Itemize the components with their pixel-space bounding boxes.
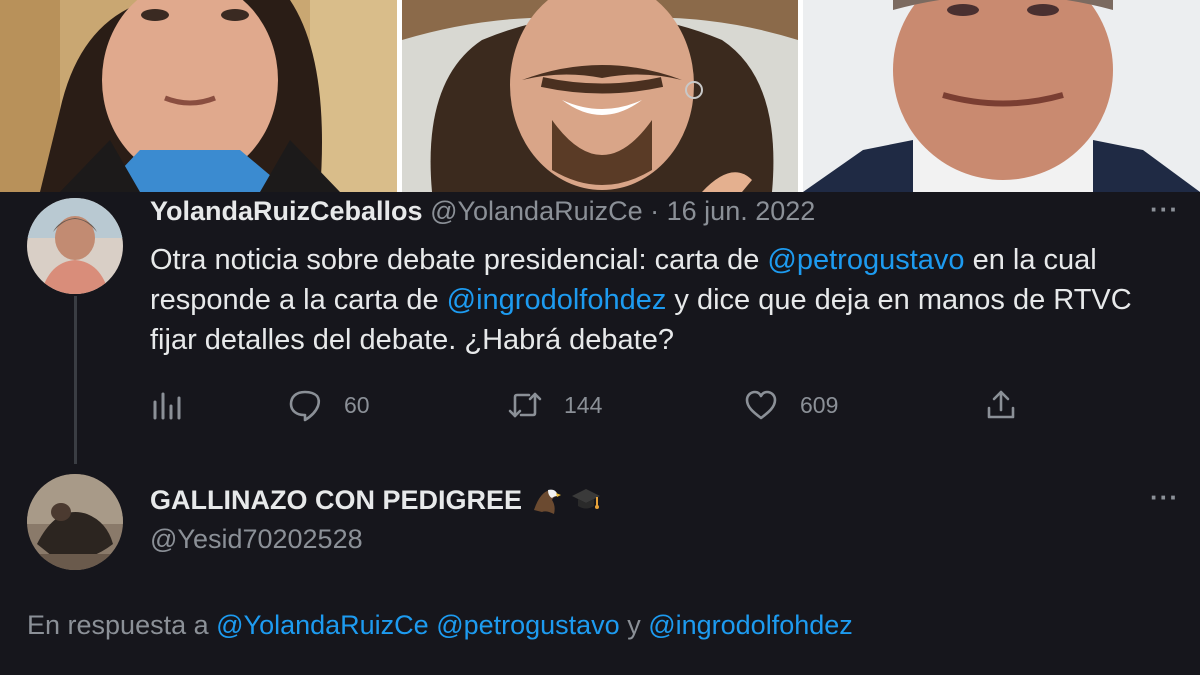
photo-left bbox=[0, 0, 397, 192]
like-count: 609 bbox=[800, 391, 839, 418]
replying-to-mention[interactable]: @ingrodolfohdez bbox=[648, 610, 853, 640]
mention-link[interactable]: @ingrodolfohdez bbox=[447, 284, 667, 316]
retweet-button[interactable]: 144 bbox=[508, 388, 602, 422]
photo-strip bbox=[0, 0, 1200, 192]
tweet-actions: 60 144 609 bbox=[150, 388, 1050, 424]
retweet-icon bbox=[508, 392, 542, 418]
share-button[interactable] bbox=[984, 388, 1018, 422]
more-horizontal-icon[interactable]: ··· bbox=[1150, 196, 1179, 222]
heart-icon bbox=[745, 390, 777, 420]
author-avatar[interactable] bbox=[27, 198, 123, 294]
tweet-text: Otra noticia sobre debate presidencial: … bbox=[150, 240, 1170, 360]
reply-button[interactable]: 60 bbox=[288, 388, 370, 422]
eagle-emoji bbox=[530, 484, 562, 516]
replying-to-prefix: En respuesta a bbox=[27, 610, 217, 640]
replying-to-joiner: y bbox=[619, 610, 649, 640]
header-separator: · bbox=[650, 196, 660, 226]
retweet-count: 144 bbox=[564, 391, 603, 418]
analytics-icon bbox=[153, 392, 181, 420]
reply-icon bbox=[289, 390, 321, 422]
graduation-cap-emoji bbox=[570, 484, 602, 516]
like-button[interactable]: 609 bbox=[744, 388, 838, 422]
share-icon bbox=[987, 390, 1015, 419]
thread-connector-line bbox=[74, 296, 77, 464]
tweet-header: YolandaRuizCeballos @YolandaRuizCe · 16 … bbox=[150, 196, 815, 227]
tweet-text-part: Otra noticia sobre debate presidencial: … bbox=[150, 244, 768, 276]
reply-display-name[interactable]: GALLINAZO CON PEDIGREE bbox=[150, 485, 522, 516]
replying-to-mention[interactable]: @YolandaRuizCe bbox=[216, 610, 429, 640]
author-handle[interactable]: @YolandaRuizCe bbox=[430, 196, 643, 226]
reply-author-avatar[interactable] bbox=[27, 474, 123, 570]
reply-count: 60 bbox=[344, 391, 370, 418]
photo-center bbox=[402, 0, 798, 192]
tweet-date[interactable]: 16 jun. 2022 bbox=[667, 196, 816, 226]
mention-link[interactable]: @petrogustavo bbox=[767, 244, 964, 276]
replying-to-mention[interactable]: @petrogustavo bbox=[436, 610, 620, 640]
tweet-thread-panel: YolandaRuizCeballos @YolandaRuizCe · 16 … bbox=[0, 192, 1200, 675]
analytics-button[interactable] bbox=[150, 388, 184, 422]
replying-to-line: En respuesta a @YolandaRuizCe @petrogust… bbox=[27, 610, 853, 641]
more-horizontal-icon[interactable]: ··· bbox=[1150, 484, 1179, 510]
photo-right bbox=[803, 0, 1200, 192]
reply-author-name-row: GALLINAZO CON PEDIGREE bbox=[150, 484, 602, 516]
reply-author-handle[interactable]: @Yesid70202528 bbox=[150, 524, 363, 555]
author-display-name[interactable]: YolandaRuizCeballos bbox=[150, 196, 423, 226]
